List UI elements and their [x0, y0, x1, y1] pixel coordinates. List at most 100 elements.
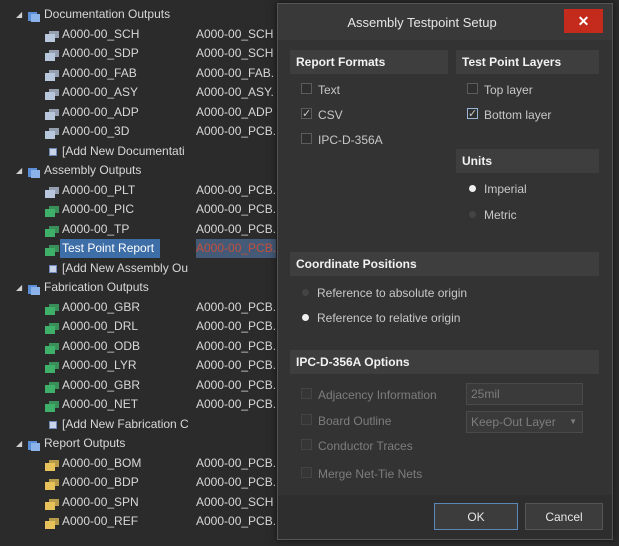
tree-item[interactable]: A000-00_ODB A000-00_PCB. — [0, 337, 300, 356]
cancel-button[interactable]: Cancel — [525, 503, 603, 530]
fab-output-icon — [45, 302, 59, 315]
tree-item-label: [Add New Assembly Ou — [62, 260, 189, 275]
board-outline-select[interactable]: Keep-Out Layer ▼ — [466, 411, 583, 433]
tree-item-file: A000-00_PCB. — [196, 241, 277, 255]
tree-item-file: A000-00_SCH — [196, 494, 274, 509]
doc-output-icon — [45, 29, 59, 42]
tree-item-label: A000-00_SCH — [62, 26, 140, 41]
expand-caret-icon[interactable]: ◢ — [16, 161, 22, 180]
tree-item[interactable]: A000-00_TP A000-00_PCB. — [0, 220, 300, 239]
dialog-titlebar[interactable]: Assembly Testpoint Setup ✕ — [278, 4, 612, 40]
ok-button[interactable]: OK — [434, 503, 518, 530]
tree-item-file: A000-00_PCB. — [196, 299, 277, 314]
tree-item-label: A000-00_PLT — [62, 182, 136, 197]
tree-item-label: A000-00_ODB — [62, 338, 141, 353]
expand-caret-icon[interactable]: ◢ — [16, 434, 22, 453]
tree-item-file: A000-00_PCB. — [196, 455, 277, 470]
dialog-footer: OK Cancel — [278, 495, 612, 539]
tree-item[interactable]: A000-00_SCH A000-00_SCH — [0, 25, 300, 44]
dialog-title: Assembly Testpoint Setup — [347, 15, 497, 30]
tree-item-label: A000-00_3D — [62, 124, 130, 138]
tree-add-item[interactable]: [Add New Documentati — [0, 142, 300, 161]
tree-item[interactable]: A000-00_GBR A000-00_PCB. — [0, 298, 300, 317]
doc-output-icon — [45, 107, 59, 120]
tree-add-item[interactable]: [Add New Fabrication C — [0, 415, 300, 434]
close-button[interactable]: ✕ — [564, 9, 603, 33]
tree-item[interactable]: A000-00_ASY A000-00_ASY. — [0, 83, 300, 102]
add-icon — [49, 147, 57, 156]
tree-group[interactable]: ◢ Report Outputs — [0, 434, 300, 453]
coordinate-positions-header: Coordinate Positions — [290, 252, 599, 276]
tree-item-label: A000-00_TP — [62, 221, 130, 236]
add-icon — [49, 420, 57, 429]
tree-item[interactable]: A000-00_PLT A000-00_PCB. — [0, 181, 300, 200]
tree-item-label: A000-00_ADP — [62, 104, 139, 119]
expand-caret-icon[interactable]: ◢ — [16, 5, 22, 24]
tree-item-file: A000-00_PCB. — [196, 397, 277, 411]
tree-item-label: A000-00_SPN — [62, 494, 139, 509]
tree-item-file: A000-00_ASY. — [196, 85, 274, 99]
expand-caret-icon[interactable]: ◢ — [16, 278, 22, 297]
tree-item[interactable]: A000-00_DRL A000-00_PCB. — [0, 317, 300, 336]
tree-item[interactable]: Test Point Report A000-00_PCB. — [0, 239, 300, 258]
tree-group[interactable]: ◢ Fabrication Outputs — [0, 278, 300, 297]
tree-item[interactable]: A000-00_BDP A000-00_PCB. — [0, 473, 300, 492]
add-icon — [49, 264, 57, 273]
tree-item-label: A000-00_LYR — [62, 358, 137, 372]
tree-item-label: [Add New Fabrication C — [62, 416, 189, 431]
tree-item-file: A000-00_PCB. — [196, 358, 277, 372]
tree-item[interactable]: A000-00_NET A000-00_PCB. — [0, 395, 300, 414]
tree-item[interactable]: A000-00_GBR A000-00_PCB. — [0, 376, 300, 395]
tree-item-label: A000-00_GBR — [62, 299, 141, 314]
tree-item-label: Documentation Outputs — [44, 7, 171, 21]
tree-item[interactable]: A000-00_BOM A000-00_PCB. — [0, 454, 300, 473]
test-point-layers-header: Test Point Layers — [456, 50, 599, 74]
tree-item-file: A000-00_PCB. — [196, 221, 277, 236]
tree-item[interactable]: A000-00_ADP A000-00_ADP — [0, 103, 300, 122]
tree-item-label: A000-00_SDP — [62, 46, 139, 60]
fab-output-icon — [45, 243, 59, 256]
tree-item-file: A000-00_PCB. — [196, 514, 277, 528]
fab-output-icon — [45, 399, 59, 412]
tree-item[interactable]: A000-00_PIC A000-00_PCB. — [0, 200, 300, 219]
report-formats-header: Report Formats — [290, 50, 448, 74]
tree-item[interactable]: A000-00_SDP A000-00_SCH — [0, 44, 300, 63]
tree-item-label: A000-00_DRL — [62, 319, 139, 333]
tree-item-label: A000-00_NET — [62, 397, 139, 411]
tree-item-file: A000-00_PCB. — [196, 377, 277, 392]
tree-item-label: A000-00_REF — [62, 514, 139, 528]
tree-group[interactable]: ◢ Assembly Outputs — [0, 161, 300, 180]
tree-item-file: A000-00_ADP — [196, 104, 273, 119]
doc-output-icon — [45, 48, 59, 61]
tree-item-file: A000-00_PCB. — [196, 124, 277, 138]
doc-output-icon — [45, 185, 59, 198]
assembly-testpoint-dialog: Assembly Testpoint Setup ✕ Report Format… — [277, 3, 613, 540]
adjacency-input[interactable]: 25mil — [466, 383, 583, 405]
folder-asm-icon — [28, 165, 40, 178]
tree-item[interactable]: A000-00_FAB A000-00_FAB. — [0, 64, 300, 83]
report-output-icon — [45, 497, 59, 510]
units-header: Units — [456, 149, 599, 173]
tree-group[interactable]: ◢ Documentation Outputs — [0, 5, 300, 24]
doc-output-icon — [45, 68, 59, 81]
tree-item[interactable]: A000-00_3D A000-00_PCB. — [0, 122, 300, 141]
tree-item-label: A000-00_PIC — [62, 202, 135, 216]
tree-item-label: Assembly Outputs — [44, 163, 142, 177]
report-output-icon — [45, 477, 59, 490]
tree-item-file: A000-00_FAB. — [196, 65, 275, 80]
fab-output-icon — [45, 224, 59, 237]
tree-item-label: A000-00_GBR — [62, 377, 141, 392]
tree-item[interactable]: A000-00_REF A000-00_PCB. — [0, 512, 300, 531]
tree-item-label: Report Outputs — [44, 436, 126, 450]
tree-item-label: Fabrication Outputs — [44, 280, 149, 294]
tree-item-label: A000-00_BDP — [62, 475, 139, 489]
tree-item-label: A000-00_FAB — [62, 65, 137, 80]
tree-item[interactable]: A000-00_SPN A000-00_SCH — [0, 493, 300, 512]
tree-add-item[interactable]: [Add New Assembly Ou — [0, 259, 300, 278]
folder-report-icon — [28, 438, 40, 451]
fab-output-icon — [45, 204, 59, 217]
tree-item-file: A000-00_SCH — [196, 46, 274, 60]
tree-item[interactable]: A000-00_LYR A000-00_PCB. — [0, 356, 300, 375]
fab-output-icon — [45, 360, 59, 373]
doc-output-icon — [45, 126, 59, 139]
